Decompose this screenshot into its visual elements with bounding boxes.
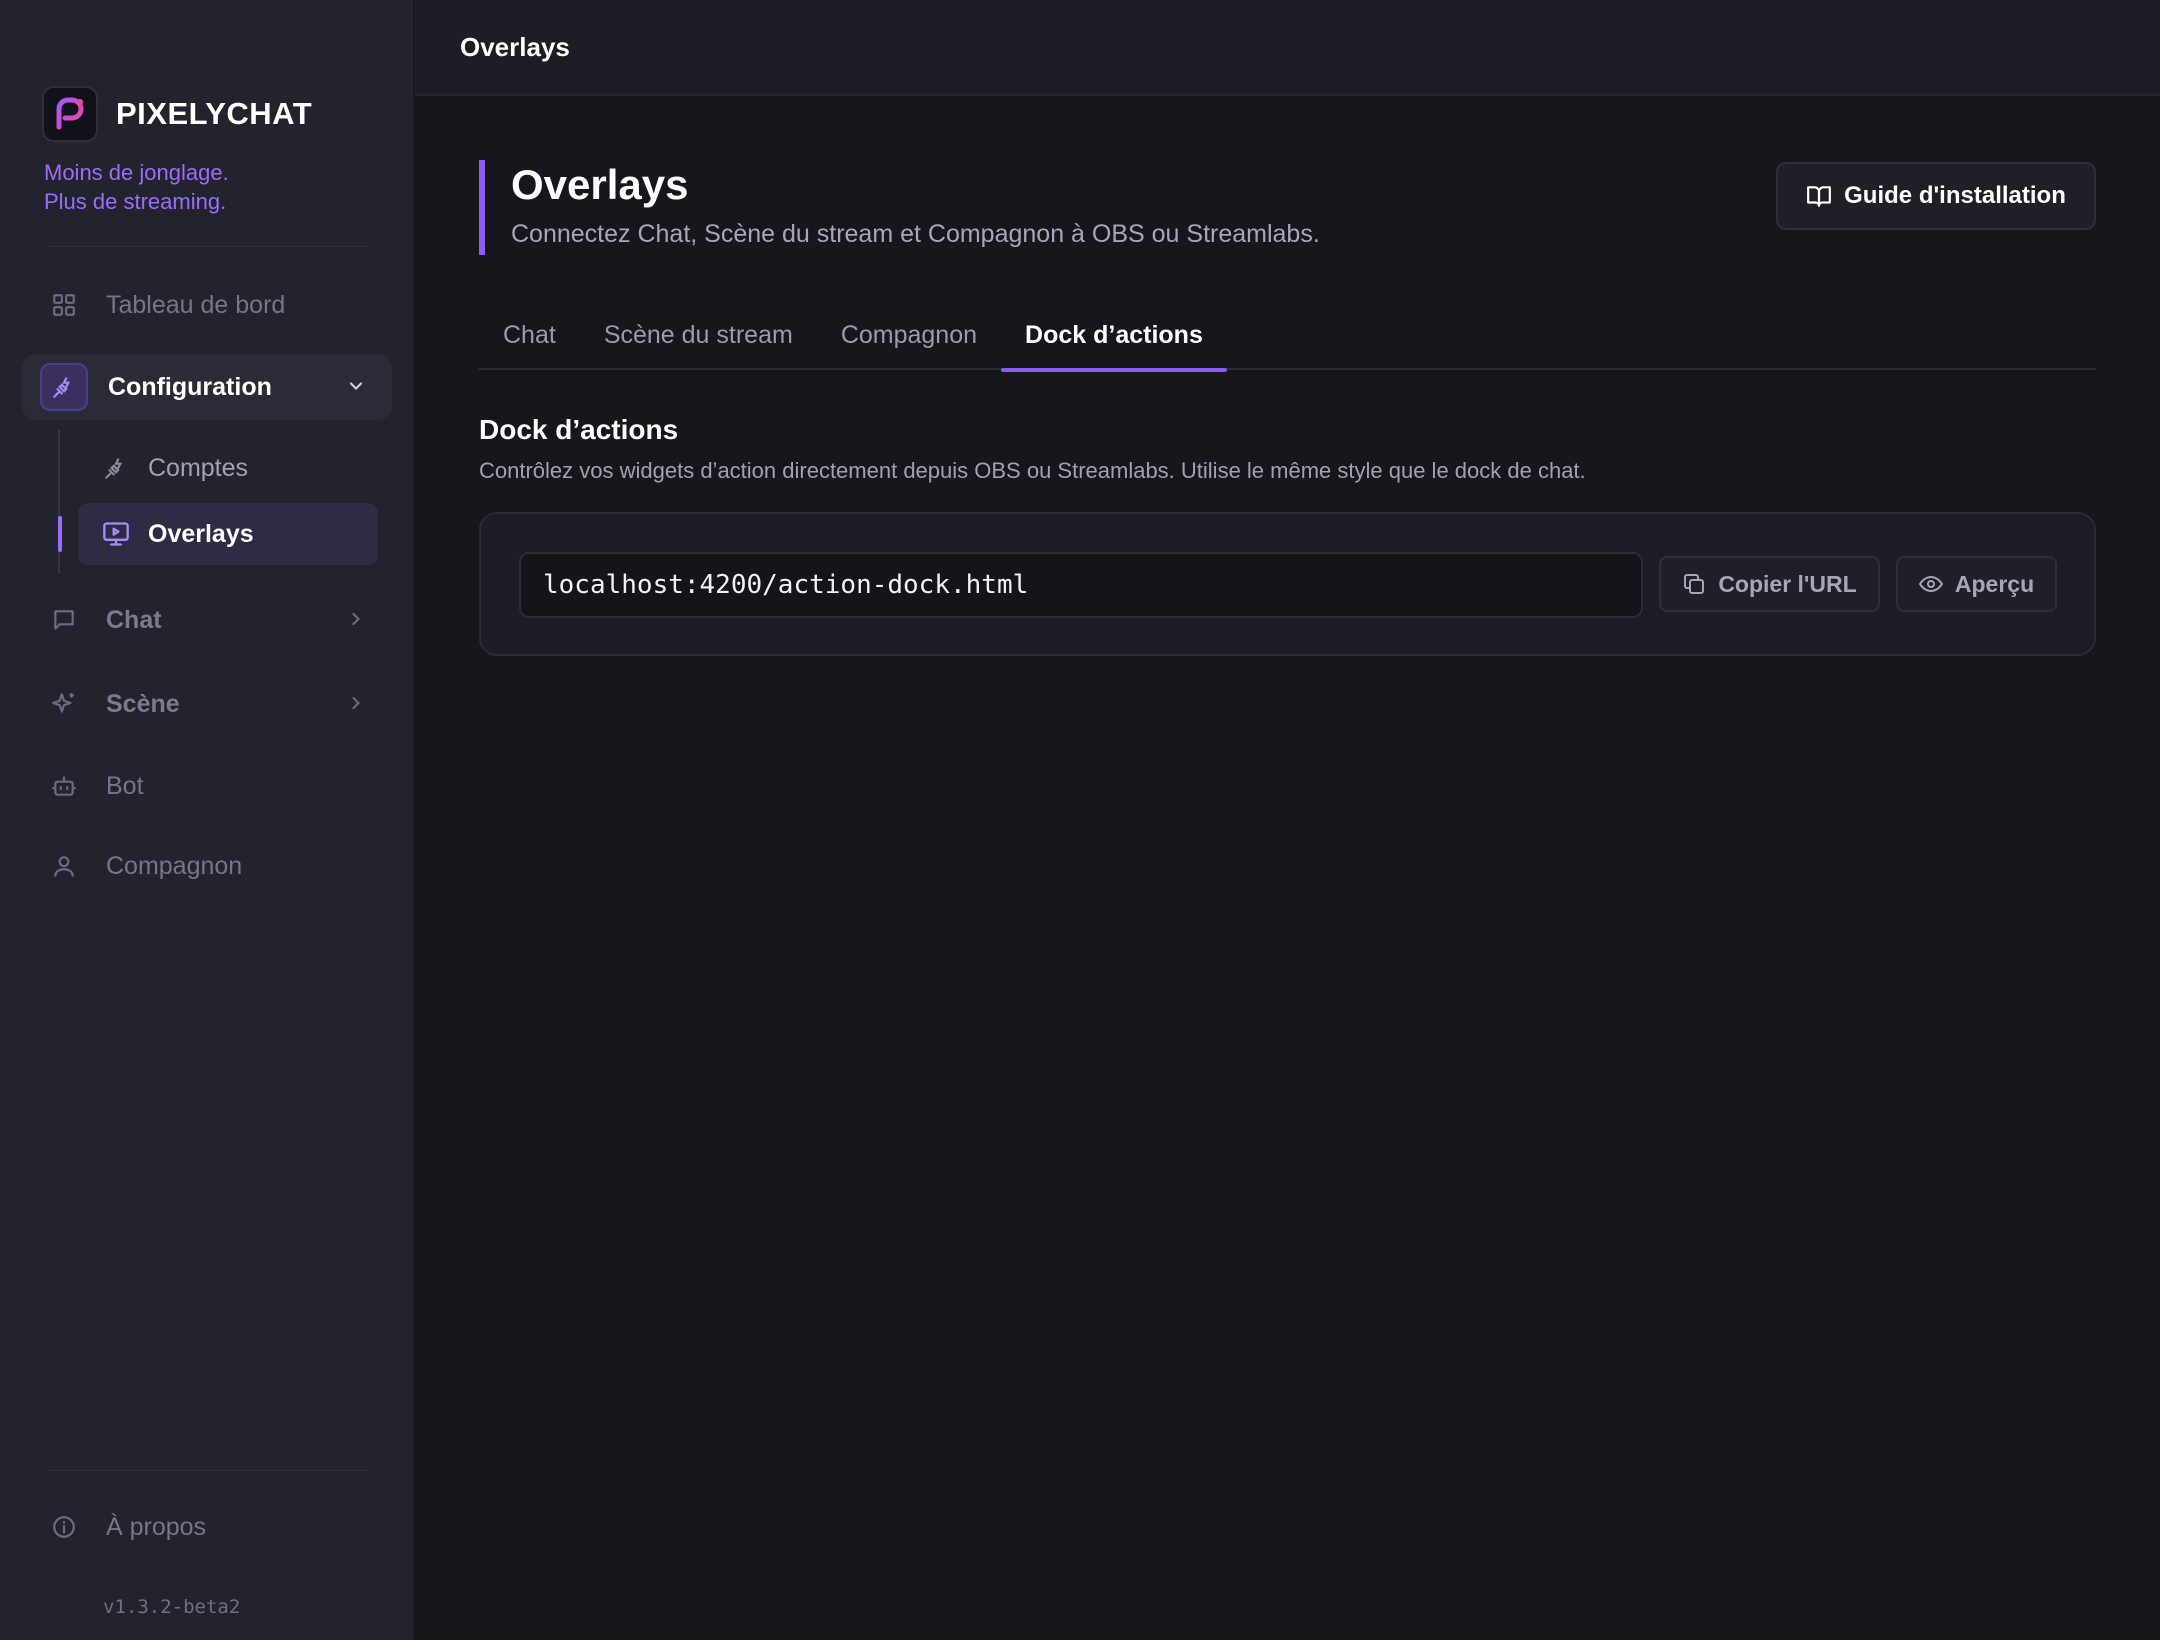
sidebar-item-chat[interactable]: Chat bbox=[22, 587, 392, 653]
bot-icon bbox=[42, 764, 86, 808]
tab-chat[interactable]: Chat bbox=[479, 300, 580, 370]
copy-icon bbox=[1682, 572, 1706, 596]
sidebar-item-label: Bot bbox=[106, 771, 144, 800]
url-card: localhost:4200/action-dock.html Copier l… bbox=[479, 512, 2096, 656]
chevron-down-icon bbox=[344, 374, 368, 398]
sidebar-item-bot[interactable]: Bot bbox=[22, 753, 392, 819]
sidebar-item-configuration[interactable]: Configuration bbox=[22, 354, 392, 420]
chevron-right-icon bbox=[344, 691, 368, 715]
sidebar-item-about[interactable]: À propos bbox=[22, 1494, 392, 1560]
brand-name: PIXELYCHAT bbox=[116, 96, 313, 131]
section-description: Contrôlez vos widgets d’action directeme… bbox=[479, 458, 1586, 483]
copy-url-label: Copier l'URL bbox=[1718, 570, 1857, 597]
sidebar-item-label: Compagnon bbox=[106, 851, 243, 880]
tab-compagnon[interactable]: Compagnon bbox=[817, 300, 1001, 370]
sidebar-subitem-label: Comptes bbox=[148, 453, 249, 482]
sidebar-item-label: Tableau de bord bbox=[106, 290, 286, 319]
pixelychat-logo-icon bbox=[42, 86, 98, 142]
monitor-play-icon bbox=[98, 516, 134, 552]
page-header: Overlays Connectez Chat, Scène du stream… bbox=[479, 160, 1320, 255]
grid-icon bbox=[42, 283, 86, 327]
sidebar-divider bbox=[44, 246, 369, 247]
sidebar-item-scene[interactable]: Scène bbox=[22, 671, 392, 737]
sparkle-icon bbox=[42, 682, 86, 726]
sidebar-subitem-overlays[interactable]: Overlays bbox=[78, 503, 378, 565]
sidebar-subitem-comptes[interactable]: Comptes bbox=[78, 437, 378, 499]
info-icon bbox=[42, 1505, 86, 1549]
tagline-line-1: Moins de jonglage. bbox=[44, 160, 229, 185]
tagline-line-2: Plus de streaming. bbox=[44, 189, 227, 214]
sidebar-item-label: Chat bbox=[106, 605, 162, 634]
sidebar-divider-bottom bbox=[44, 1470, 369, 1471]
book-open-icon bbox=[1806, 183, 1832, 209]
installation-guide-button[interactable]: Guide d'installation bbox=[1776, 162, 2096, 230]
page-title: Overlays bbox=[511, 161, 689, 208]
preview-label: Aperçu bbox=[1954, 570, 2035, 597]
overlay-tabs: Chat Scène du stream Compagnon Dock d’ac… bbox=[479, 300, 2096, 372]
copy-url-button[interactable]: Copier l'URL bbox=[1659, 556, 1880, 612]
preview-button[interactable]: Aperçu bbox=[1896, 556, 2057, 612]
tagline: Moins de jonglage. Plus de streaming. bbox=[44, 158, 229, 216]
brand[interactable]: PIXELYCHAT bbox=[42, 86, 312, 142]
app-version: v1.3.2-beta2 bbox=[103, 1596, 241, 1618]
sidebar: PIXELYCHAT Moins de jonglage. Plus de st… bbox=[0, 0, 415, 1640]
main-content: Overlays Overlays Connectez Chat, Scène … bbox=[415, 0, 2160, 1640]
page-subtitle: Connectez Chat, Scène du stream et Compa… bbox=[511, 220, 1320, 248]
sidebar-subitem-label: Overlays bbox=[148, 519, 254, 548]
sidebar-item-label: Configuration bbox=[108, 372, 272, 401]
chat-bubble-icon bbox=[42, 598, 86, 642]
tab-scene-du-stream[interactable]: Scène du stream bbox=[580, 300, 817, 370]
eye-icon bbox=[1918, 572, 1943, 596]
sidebar-item-compagnon[interactable]: Compagnon bbox=[22, 833, 392, 899]
plug-icon bbox=[40, 363, 88, 411]
installation-guide-label: Guide d'installation bbox=[1844, 182, 2066, 209]
user-icon bbox=[42, 844, 86, 888]
subnav-line bbox=[58, 430, 60, 574]
tab-dock-actions[interactable]: Dock d’actions bbox=[1001, 300, 1227, 372]
overlay-url-field[interactable]: localhost:4200/action-dock.html bbox=[519, 552, 1643, 618]
chevron-right-icon bbox=[344, 607, 368, 631]
sidebar-item-label: Scène bbox=[106, 689, 180, 718]
plug-icon bbox=[98, 450, 134, 486]
section-title: Dock d’actions bbox=[479, 414, 679, 445]
topbar: Overlays bbox=[415, 0, 2160, 96]
topbar-title: Overlays bbox=[460, 31, 570, 62]
sidebar-item-dashboard[interactable]: Tableau de bord bbox=[22, 272, 392, 338]
subnav-active-indicator bbox=[58, 516, 62, 552]
sidebar-item-label: À propos bbox=[106, 1512, 207, 1541]
